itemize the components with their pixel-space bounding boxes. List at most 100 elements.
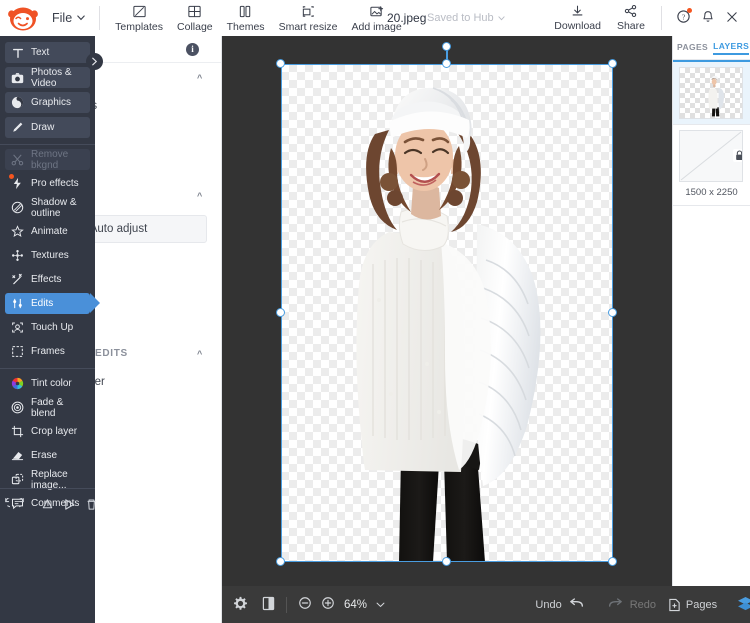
list-item[interactable] [673, 60, 750, 124]
monkey-logo-icon[interactable] [0, 5, 46, 31]
chevron-down-icon [77, 15, 85, 21]
download-icon [570, 4, 585, 18]
tab-layers[interactable]: LAYERS [713, 41, 749, 55]
chevron-down-icon[interactable] [376, 599, 385, 611]
smart-resize-button[interactable]: Smart resize [272, 2, 345, 35]
themes-label: Themes [227, 21, 265, 33]
tool-shadow-outline[interactable]: Shadow & outline [5, 197, 90, 218]
tool-tint-color-label: Tint color [31, 378, 72, 389]
layers-panel: PAGES LAYERS ✕ [672, 36, 750, 586]
list-item[interactable]: 1500 x 2250 [673, 125, 750, 205]
tool-animate[interactable]: Animate [5, 221, 90, 242]
themes-button[interactable]: Themes [220, 2, 272, 35]
handle-middle-right[interactable] [608, 308, 617, 317]
tool-fade-blend-label: Fade & blend [31, 397, 84, 419]
graphics-icon [11, 96, 24, 109]
tool-frames-label: Frames [31, 346, 65, 357]
tool-remove-bkgnd-label: Remove bkgnd [31, 149, 84, 171]
rotate-left-icon[interactable] [0, 498, 10, 516]
photo-layer[interactable] [281, 64, 613, 562]
undo-arrow-icon[interactable] [569, 596, 585, 613]
tool-edits-label: Edits [31, 298, 53, 309]
scissors-icon [11, 153, 24, 166]
handle-bottom-center[interactable] [442, 557, 451, 566]
animate-icon [11, 225, 24, 238]
tool-animate-label: Animate [31, 226, 68, 237]
handle-middle-left[interactable] [276, 308, 285, 317]
tool-pro-effects[interactable]: Pro effects [5, 173, 90, 194]
menu-divider-1 [0, 144, 95, 145]
share-button[interactable]: Share [609, 2, 653, 34]
tool-erase[interactable]: Erase [5, 445, 90, 466]
bell-icon[interactable] [701, 9, 715, 27]
zoom-out-icon[interactable] [298, 596, 312, 613]
tool-frames[interactable]: Frames [5, 341, 90, 362]
top-toolbar: File Templates Collage [0, 0, 750, 36]
handle-top-center[interactable] [442, 59, 451, 68]
tool-textures[interactable]: Textures [5, 245, 90, 266]
tool-tint-color[interactable]: Tint color [5, 373, 90, 394]
pages-button[interactable]: Pages [668, 598, 717, 612]
templates-label: Templates [115, 21, 163, 33]
draw-icon [11, 121, 24, 134]
save-status[interactable]: Saved to Hub [427, 12, 505, 24]
templates-icon [132, 4, 147, 19]
rotation-handle[interactable] [442, 42, 451, 51]
smart-resize-icon [301, 4, 316, 19]
tool-fade-blend[interactable]: Fade & blend [5, 397, 90, 418]
layer-divider-2 [673, 205, 750, 206]
flip-horizontal-icon[interactable] [63, 498, 76, 516]
gear-icon[interactable] [233, 596, 248, 614]
tool-replace-image[interactable]: Replace image... [5, 469, 90, 490]
undo-label[interactable]: Undo [535, 599, 561, 611]
tool-text[interactable]: Text [5, 42, 90, 63]
collapse-panel-button[interactable] [86, 53, 103, 70]
tool-touch-up[interactable]: Touch Up [5, 317, 90, 338]
tool-crop-layer[interactable]: Crop layer [5, 421, 90, 442]
collage-button[interactable]: Collage [170, 2, 220, 35]
tool-crop-layer-label: Crop layer [31, 426, 77, 437]
share-label: Share [617, 20, 645, 32]
file-menu-button[interactable]: File [46, 7, 91, 29]
lock-icon[interactable] [733, 149, 743, 162]
compare-split-icon[interactable] [262, 596, 275, 614]
close-icon[interactable] [725, 10, 739, 27]
smart-resize-label: Smart resize [279, 21, 338, 33]
tool-photos-video[interactable]: Photos & Video [5, 67, 90, 88]
save-status-label: Saved to Hub [427, 12, 494, 24]
crop-icon [11, 425, 24, 438]
flip-vertical-icon[interactable] [41, 498, 54, 516]
handle-top-right[interactable] [608, 59, 617, 68]
bottom-toolbar: 64% Undo Redo [222, 586, 672, 623]
document-name: 20.jpeg [387, 11, 426, 25]
tool-graphics[interactable]: Graphics [5, 92, 90, 113]
help-icon[interactable]: ? [676, 9, 691, 27]
handle-bottom-left[interactable] [276, 557, 285, 566]
file-menu-label: File [52, 11, 72, 25]
handle-bottom-right[interactable] [608, 557, 617, 566]
layers-stack-icon[interactable] [737, 596, 750, 614]
touch-up-icon [11, 321, 24, 334]
tool-draw-label: Draw [31, 122, 54, 133]
tool-edits[interactable]: Edits [5, 293, 90, 314]
canvas-workspace[interactable] [222, 36, 672, 623]
handle-top-left[interactable] [276, 59, 285, 68]
redo-label: Redo [630, 599, 656, 611]
delete-icon[interactable] [85, 498, 98, 516]
tool-draw[interactable]: Draw [5, 117, 90, 138]
collage-label: Collage [177, 21, 213, 33]
zoom-level-value[interactable]: 64% [344, 599, 367, 611]
templates-button[interactable]: Templates [108, 2, 170, 35]
themes-icon [238, 4, 253, 19]
pages-label: Pages [686, 599, 717, 611]
tool-effects[interactable]: Effects [5, 269, 90, 290]
info-icon[interactable]: i [186, 43, 199, 56]
zoom-in-icon[interactable] [321, 596, 335, 613]
tool-remove-bkgnd[interactable]: Remove bkgnd [5, 149, 90, 170]
color-wheel-icon [11, 377, 24, 390]
tab-pages[interactable]: PAGES [677, 42, 708, 54]
canvas-stage[interactable] [281, 64, 613, 562]
layers-panel-tabs: PAGES LAYERS ✕ [673, 36, 750, 59]
rotate-right-icon[interactable] [19, 498, 32, 516]
download-button[interactable]: Download [546, 2, 609, 34]
